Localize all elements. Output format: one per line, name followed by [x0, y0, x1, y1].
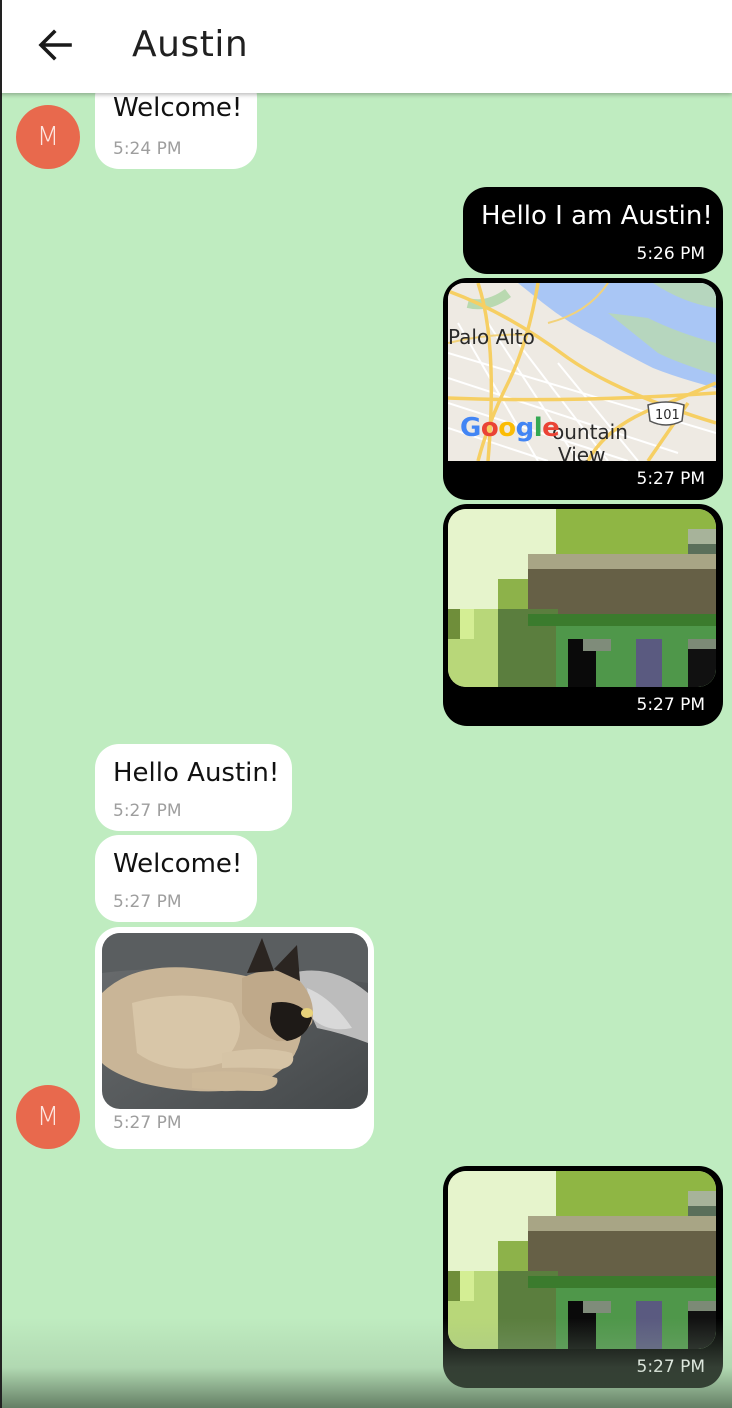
message-time: 5:26 PM — [636, 244, 706, 264]
map-place-label: ountain — [552, 420, 628, 444]
avatar[interactable]: M — [16, 1085, 80, 1149]
image-thumbnail[interactable] — [448, 1171, 716, 1349]
message-bubble-incoming[interactable]: Welcome! 5:24 PM — [95, 93, 257, 169]
map-place-label: Palo Alto — [448, 325, 535, 349]
image-thumbnail[interactable] — [448, 509, 716, 687]
message-bubble-image[interactable]: 5:27 PM — [95, 927, 374, 1149]
message-text: Hello I am Austin! — [481, 201, 713, 231]
message-time: 5:27 PM — [636, 1357, 706, 1377]
message-text: Hello Austin! — [113, 758, 280, 788]
message-time: 5:27 PM — [113, 1113, 182, 1133]
map-place-label: View — [558, 443, 606, 461]
google-logo: Google — [460, 413, 560, 443]
message-text: Welcome! — [113, 849, 243, 879]
message-time: 5:24 PM — [113, 139, 182, 159]
message-bubble-image[interactable]: 5:27 PM — [443, 1166, 723, 1388]
map-preview[interactable]: Palo Alto 101 ountain View Google — [448, 283, 716, 461]
chat-title: Austin — [132, 24, 249, 65]
message-time: 5:27 PM — [636, 695, 706, 715]
message-bubble-outgoing[interactable]: Hello I am Austin! 5:26 PM — [463, 187, 723, 274]
message-bubble-location[interactable]: Palo Alto 101 ountain View Google 5:27 P… — [443, 278, 723, 500]
avatar[interactable]: M — [16, 105, 80, 169]
dog-photo[interactable] — [102, 933, 368, 1109]
message-bubble-incoming[interactable]: Welcome! 5:27 PM — [95, 835, 257, 922]
back-arrow-icon[interactable] — [32, 22, 78, 68]
message-bubble-incoming[interactable]: Hello Austin! 5:27 PM — [95, 744, 292, 831]
message-time: 5:27 PM — [113, 892, 182, 912]
app-bar: Austin — [0, 0, 732, 93]
avatar-initial: M — [36, 122, 60, 152]
avatar-initial: M — [36, 1102, 60, 1132]
message-text: Welcome! — [113, 93, 243, 123]
highway-label: 101 — [655, 408, 680, 423]
message-list[interactable]: M Welcome! 5:24 PM Hello I am Austin! 5:… — [0, 93, 732, 1408]
message-bubble-image[interactable]: 5:27 PM — [443, 504, 723, 726]
message-time: 5:27 PM — [113, 801, 182, 821]
message-time: 5:27 PM — [636, 469, 706, 489]
